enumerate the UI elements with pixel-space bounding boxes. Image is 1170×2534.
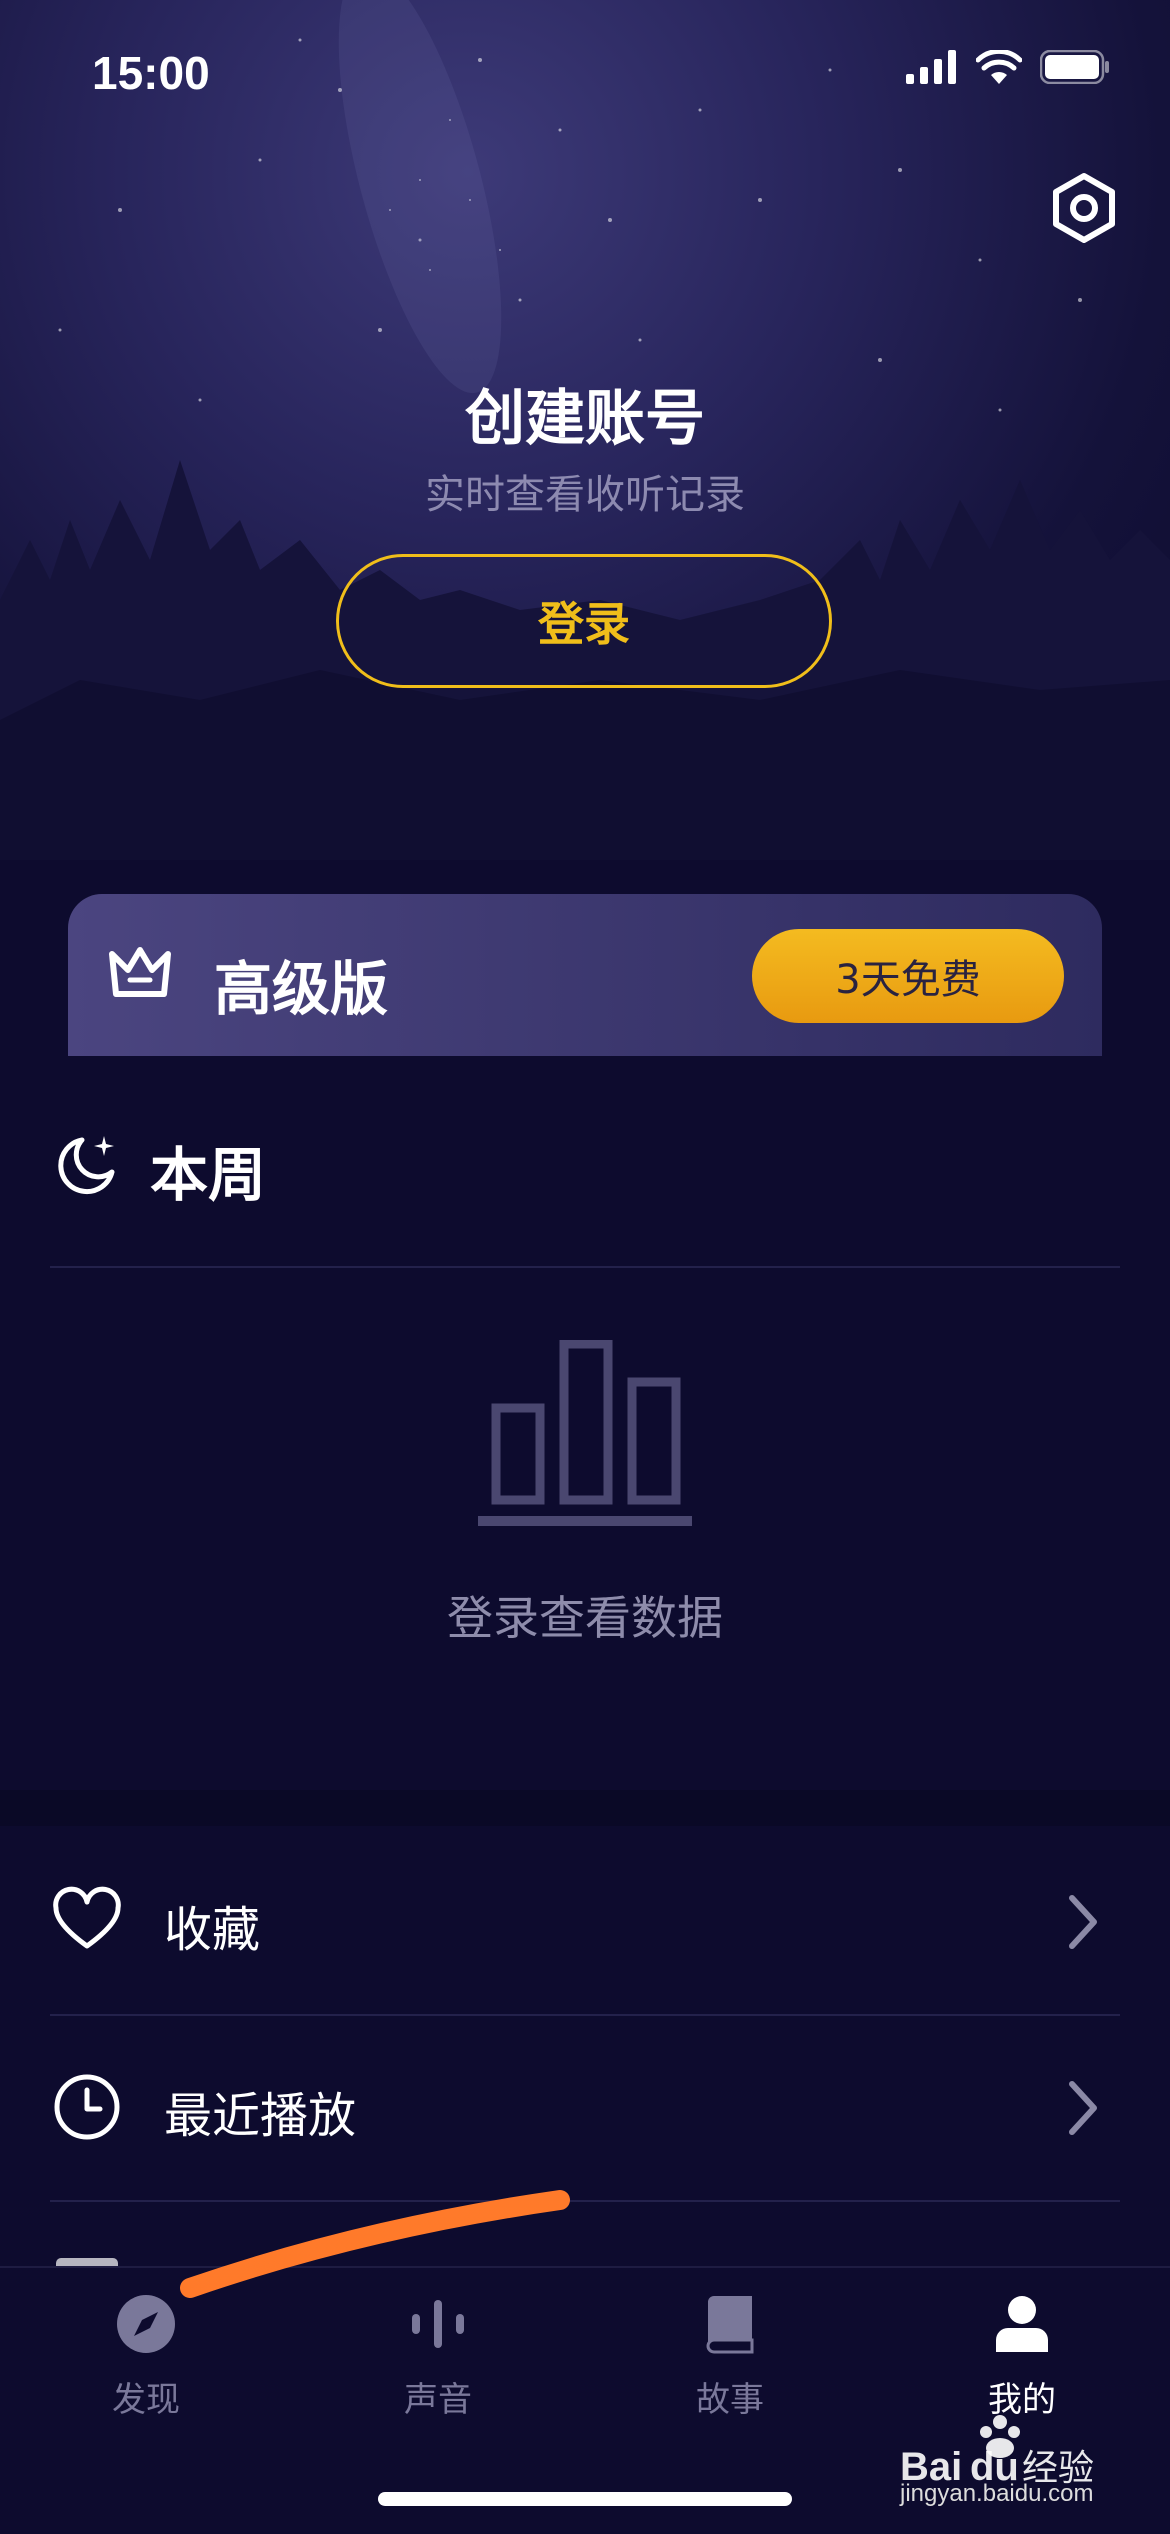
tab-stories[interactable]: 故事 bbox=[584, 2268, 876, 2468]
week-section-title: 本周 bbox=[150, 1141, 267, 1209]
section-gap bbox=[0, 1790, 1170, 1826]
page-title: 创建账号 bbox=[465, 384, 705, 454]
chevron-right-icon bbox=[1069, 2081, 1097, 2135]
list-item-recently-played[interactable]: 最近播放 bbox=[0, 2016, 1170, 2200]
bar-chart-icon bbox=[478, 1340, 692, 1526]
heart-icon bbox=[53, 1886, 121, 1949]
list-item-label: 最近播放 bbox=[164, 2088, 357, 2144]
compass-icon bbox=[117, 2295, 175, 2353]
premium-banner[interactable]: 高级版 3天免费 bbox=[68, 894, 1102, 1056]
wifi-icon bbox=[976, 50, 1022, 84]
battery-icon bbox=[1040, 50, 1109, 84]
premium-label: 高级版 bbox=[214, 955, 389, 1023]
status-icons bbox=[906, 50, 1110, 84]
login-button[interactable]: 登录 bbox=[336, 554, 832, 688]
cellular-signal-icon bbox=[906, 50, 956, 84]
book-icon bbox=[706, 2296, 754, 2354]
tab-label: 声音 bbox=[404, 2380, 472, 2420]
watermark-url: jingyan.baidu.com bbox=[900, 2480, 1094, 2507]
tab-label: 发现 bbox=[112, 2380, 180, 2420]
free-trial-button[interactable]: 3天免费 bbox=[752, 929, 1064, 1023]
home-indicator bbox=[378, 2492, 792, 2506]
status-bar: 15:00 bbox=[0, 0, 1170, 140]
tab-label: 故事 bbox=[696, 2380, 764, 2420]
page-subtitle: 实时查看收听记录 bbox=[425, 472, 745, 518]
sound-wave-icon bbox=[412, 2300, 464, 2348]
divider bbox=[50, 2200, 1120, 2202]
tab-discover[interactable]: 发现 bbox=[0, 2268, 292, 2468]
chevron-right-icon bbox=[1069, 1895, 1097, 1949]
list-item-favorites[interactable]: 收藏 bbox=[0, 1830, 1170, 2014]
moon-star-icon bbox=[58, 1136, 115, 1195]
list-item-label: 收藏 bbox=[164, 1902, 261, 1958]
empty-state-text: 登录查看数据 bbox=[447, 1591, 723, 1645]
clock-icon bbox=[54, 2074, 120, 2140]
divider bbox=[50, 1266, 1120, 1268]
status-time: 15:00 bbox=[92, 47, 210, 99]
settings-icon[interactable] bbox=[1048, 172, 1120, 244]
tab-sounds[interactable]: 声音 bbox=[292, 2268, 584, 2468]
user-icon bbox=[996, 2296, 1048, 2352]
crown-icon bbox=[109, 947, 171, 997]
